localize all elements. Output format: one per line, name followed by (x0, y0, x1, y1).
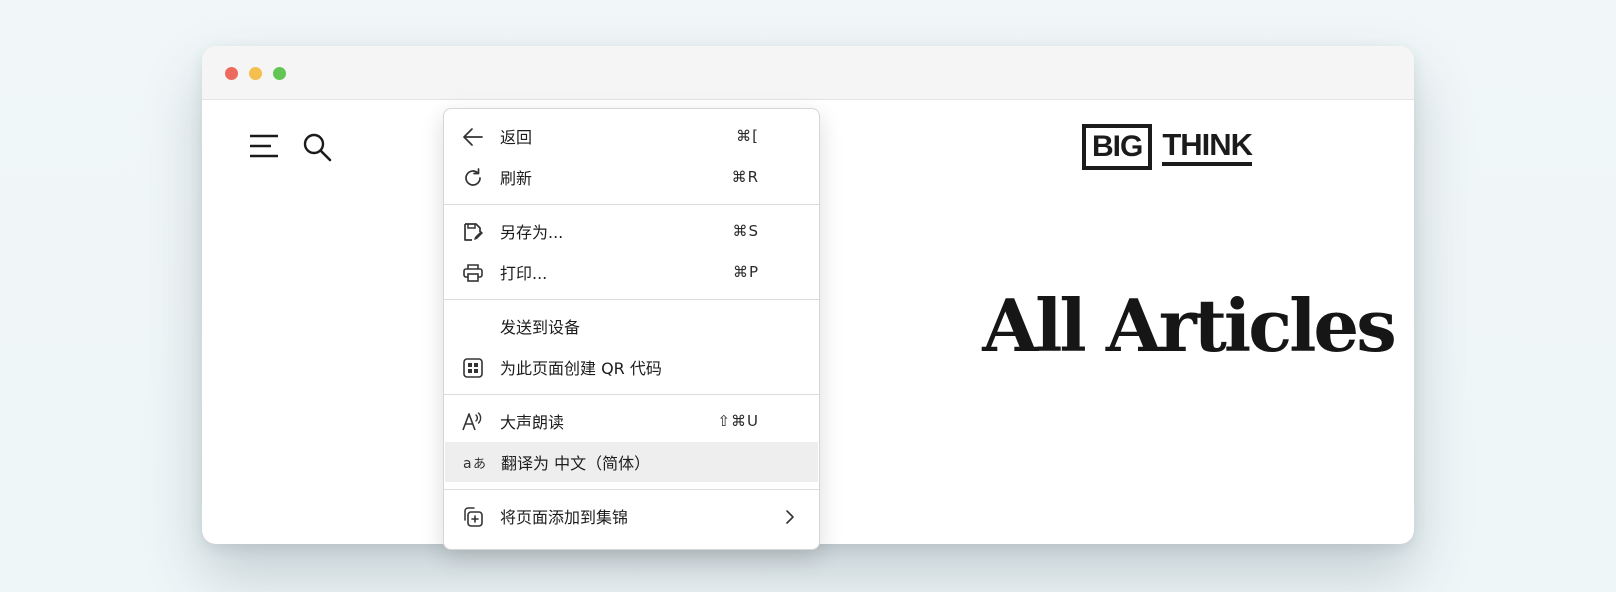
qr-code-icon (462, 357, 484, 379)
menu-item-save-as[interactable]: 另存为... ⌘S (444, 211, 819, 251)
menu-item-create-qr-code[interactable]: 为此页面创建 QR 代码 (444, 347, 819, 387)
back-arrow-icon (462, 126, 484, 148)
context-menu: 返回 ⌘[ 刷新 ⌘R 另存为... ⌘S 打印... ⌘P 发送到设备 为此页… (443, 108, 820, 550)
print-icon (462, 262, 484, 284)
menu-item-label: 打印... (500, 264, 548, 283)
minimize-window-button[interactable] (249, 67, 262, 80)
read-aloud-icon (462, 411, 484, 433)
menu-item-print[interactable]: 打印... ⌘P (444, 252, 819, 292)
menu-item-translate[interactable]: aあ 翻译为 中文（简体） (445, 442, 818, 482)
search-icon[interactable] (302, 132, 332, 162)
logo-big-text: BIG (1082, 124, 1153, 170)
close-window-button[interactable] (225, 67, 238, 80)
menu-item-shortcut: ⇧⌘U (717, 412, 759, 430)
refresh-icon (462, 167, 484, 189)
hamburger-menu-icon[interactable] (249, 133, 279, 159)
site-logo[interactable]: BIG THINK (1082, 124, 1272, 170)
chevron-right-icon (783, 508, 797, 526)
menu-item-label: 翻译为 中文（简体） (501, 454, 651, 473)
menu-item-label: 大声朗读 (500, 413, 565, 432)
menu-item-shortcut: ⌘S (732, 222, 759, 240)
menu-item-add-to-collections[interactable]: 将页面添加到集锦 (444, 496, 819, 536)
menu-item-label: 发送到设备 (500, 318, 581, 337)
save-as-icon (462, 221, 484, 243)
menu-item-shortcut: ⌘R (731, 168, 759, 186)
logo-think-text: THINK (1162, 129, 1253, 166)
menu-separator (444, 394, 819, 395)
menu-separator (444, 299, 819, 300)
menu-separator (444, 489, 819, 490)
menu-separator (444, 204, 819, 205)
add-to-collections-icon (462, 506, 484, 528)
svg-text:あ: あ (473, 457, 486, 472)
menu-item-label: 刷新 (500, 169, 533, 188)
svg-text:a: a (463, 456, 472, 472)
page-title: All Articles (982, 283, 1397, 368)
menu-item-label: 返回 (500, 128, 533, 147)
menu-item-send-to-device[interactable]: 发送到设备 (444, 306, 819, 346)
title-bar (202, 46, 1414, 100)
zoom-window-button[interactable] (273, 67, 286, 80)
menu-item-label: 另存为... (500, 223, 564, 242)
menu-item-refresh[interactable]: 刷新 ⌘R (444, 157, 819, 197)
menu-item-shortcut: ⌘[ (736, 127, 759, 145)
menu-item-back[interactable]: 返回 ⌘[ (444, 116, 819, 156)
menu-item-read-aloud[interactable]: 大声朗读 ⇧⌘U (444, 401, 819, 441)
menu-item-shortcut: ⌘P (732, 263, 759, 281)
menu-item-label: 将页面添加到集锦 (500, 508, 629, 527)
menu-item-label: 为此页面创建 QR 代码 (500, 359, 662, 378)
translate-icon: aあ (463, 452, 486, 474)
